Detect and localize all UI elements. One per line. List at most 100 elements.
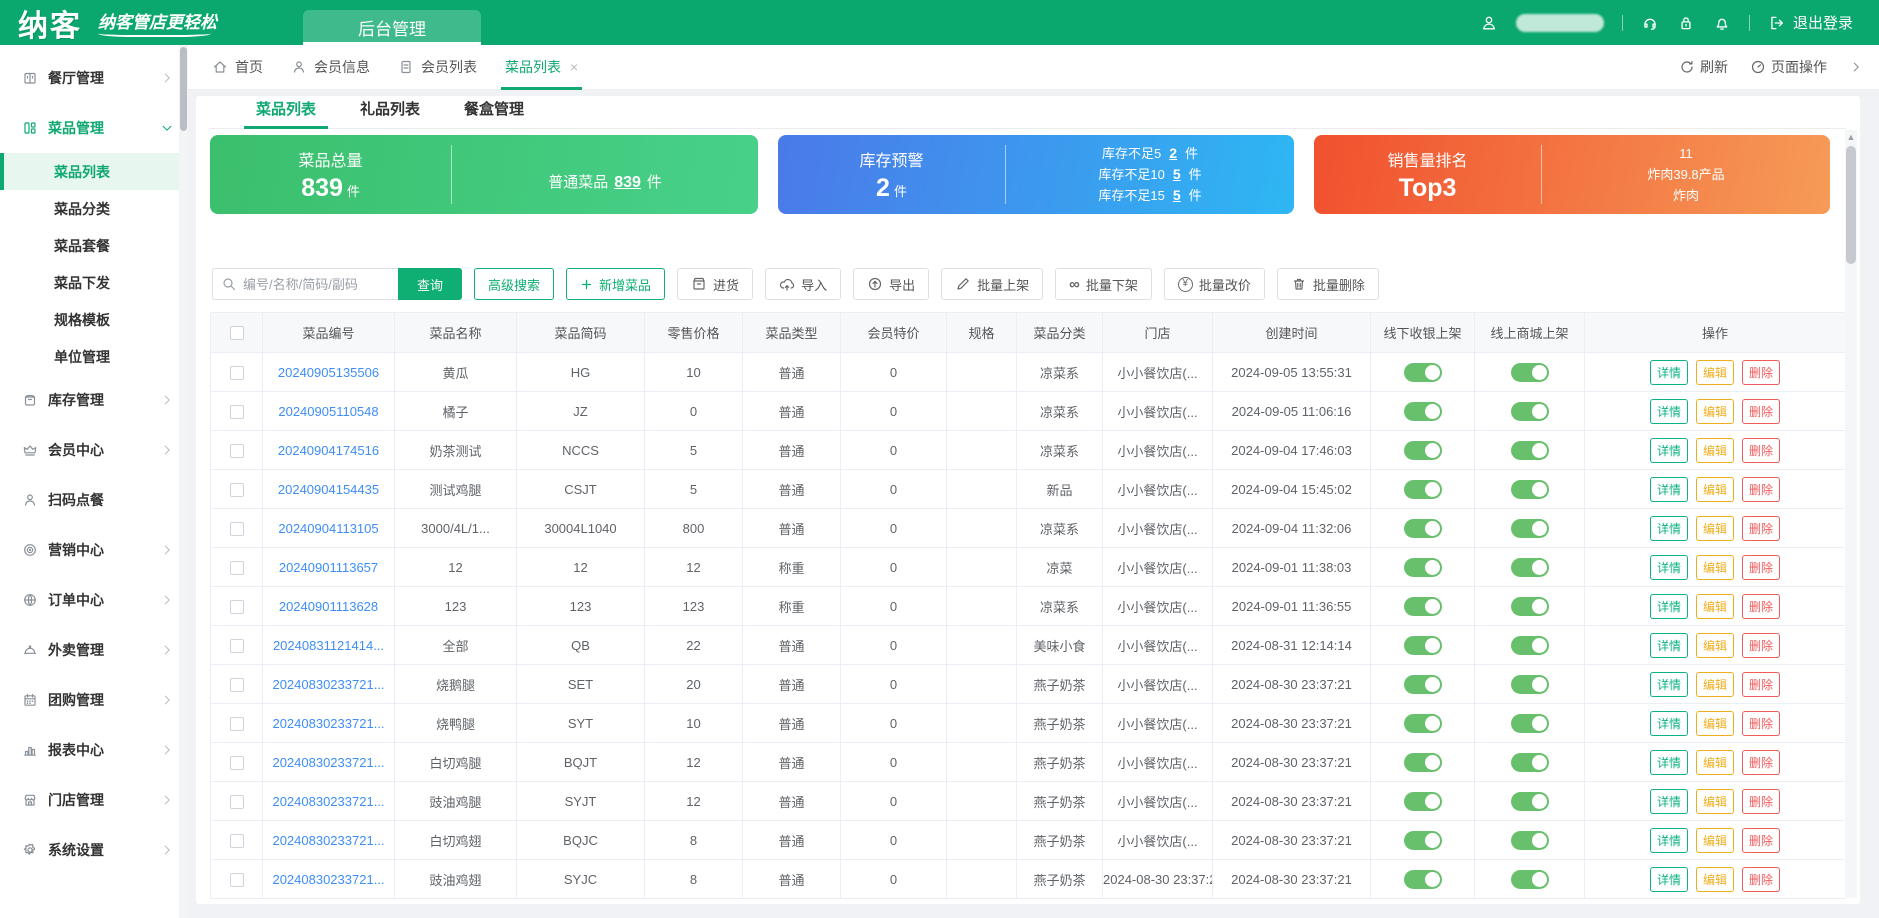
edit-button[interactable]: 编辑	[1695, 359, 1734, 385]
mall-toggle-on[interactable]	[1510, 791, 1549, 811]
delete-button[interactable]: 删除	[1742, 515, 1781, 541]
edit-button[interactable]: 编辑	[1695, 632, 1734, 658]
detail-button[interactable]: 详情	[1649, 749, 1688, 775]
pos-toggle-on[interactable]	[1403, 869, 1442, 889]
row-checkbox[interactable]	[229, 755, 244, 770]
cell-id[interactable]: 20240830233721...	[262, 820, 395, 860]
toolbar-button-批量删除[interactable]: 批量删除	[1276, 268, 1379, 300]
mall-toggle-on[interactable]	[1510, 401, 1549, 421]
edit-button[interactable]: 编辑	[1695, 593, 1734, 619]
detail-button[interactable]: 详情	[1649, 554, 1688, 580]
mall-toggle-on[interactable]	[1510, 869, 1549, 889]
row-checkbox[interactable]	[229, 443, 244, 458]
detail-button[interactable]: 详情	[1649, 671, 1688, 697]
sidebar-subitem-菜品套餐[interactable]: 菜品套餐	[0, 227, 188, 264]
row-checkbox[interactable]	[229, 794, 244, 809]
select-all-checkbox[interactable]	[229, 326, 244, 341]
row-checkbox[interactable]	[229, 365, 244, 380]
pos-toggle-on[interactable]	[1403, 713, 1442, 733]
normal-dishes-value[interactable]: 839	[614, 174, 641, 191]
row-checkbox[interactable]	[229, 560, 244, 575]
delete-button[interactable]: 删除	[1742, 671, 1781, 697]
edit-button[interactable]: 编辑	[1695, 671, 1734, 697]
scrollbar-thumb[interactable]	[1846, 146, 1856, 264]
cell-id[interactable]: 20240830233721...	[262, 703, 395, 743]
delete-button[interactable]: 删除	[1742, 710, 1781, 736]
pos-toggle-on[interactable]	[1403, 791, 1442, 811]
delete-button[interactable]: 删除	[1742, 632, 1781, 658]
cell-id[interactable]: 20240830233721...	[262, 781, 395, 821]
sidebar-item-营销中心[interactable]: 营销中心	[0, 525, 188, 575]
toolbar-button-新增菜品[interactable]: 新增菜品	[566, 268, 666, 300]
toolbar-button-导入[interactable]: 导入	[765, 268, 842, 300]
delete-button[interactable]: 删除	[1742, 554, 1781, 580]
mall-toggle-on[interactable]	[1510, 596, 1549, 616]
delete-button[interactable]: 删除	[1742, 749, 1781, 775]
detail-button[interactable]: 详情	[1649, 515, 1688, 541]
mall-toggle-on[interactable]	[1510, 479, 1549, 499]
warn-value[interactable]: 5	[1173, 166, 1181, 182]
refresh-button[interactable]: 刷新	[1679, 57, 1728, 77]
tab-菜品列表[interactable]: 菜品列表 ×	[491, 45, 592, 90]
cell-id[interactable]: 20240901113657	[262, 547, 395, 587]
row-checkbox[interactable]	[229, 677, 244, 692]
delete-button[interactable]: 删除	[1742, 476, 1781, 502]
bell-icon[interactable]	[1713, 14, 1731, 32]
delete-button[interactable]: 删除	[1742, 593, 1781, 619]
row-checkbox[interactable]	[229, 872, 244, 887]
toolbar-button-批量下架[interactable]: ∞ 批量下架	[1055, 268, 1152, 300]
detail-button[interactable]: 详情	[1649, 359, 1688, 385]
sidebar-item-系统设置[interactable]: 系统设置	[0, 825, 188, 875]
cell-id[interactable]: 20240905135506	[262, 352, 395, 392]
cell-id[interactable]: 20240830233721...	[262, 664, 395, 704]
row-checkbox[interactable]	[229, 521, 244, 536]
sidebar-item-扫码点餐[interactable]: 扫码点餐	[0, 475, 188, 525]
edit-button[interactable]: 编辑	[1695, 554, 1734, 580]
sidebar-item-团购管理[interactable]: 团购管理	[0, 675, 188, 725]
detail-button[interactable]: 详情	[1649, 476, 1688, 502]
mall-toggle-on[interactable]	[1510, 713, 1549, 733]
lock-icon[interactable]	[1677, 14, 1695, 32]
subtab-菜品列表[interactable]: 菜品列表	[238, 92, 334, 129]
mall-toggle-on[interactable]	[1510, 362, 1549, 382]
subtab-餐盒管理[interactable]: 餐盒管理	[446, 92, 542, 128]
subtab-礼品列表[interactable]: 礼品列表	[342, 92, 438, 128]
edit-button[interactable]: 编辑	[1695, 710, 1734, 736]
sidebar-scrollbar[interactable]	[179, 45, 188, 918]
cell-id[interactable]: 20240830233721...	[262, 742, 395, 782]
pos-toggle-on[interactable]	[1403, 635, 1442, 655]
mall-toggle-on[interactable]	[1510, 557, 1549, 577]
cell-id[interactable]: 20240904154435	[262, 469, 395, 509]
toolbar-button-高级搜索[interactable]: 高级搜索	[474, 268, 555, 300]
mall-toggle-on[interactable]	[1510, 830, 1549, 850]
scrollbar-up-arrow[interactable]: ▲	[1845, 132, 1857, 142]
detail-button[interactable]: 详情	[1649, 866, 1688, 892]
sidebar-subitem-规格模板[interactable]: 规格模板	[0, 301, 188, 338]
cell-id[interactable]: 20240904174516	[262, 430, 395, 470]
toolbar-button-进货[interactable]: 进货	[677, 268, 754, 300]
sidebar-item-库存管理[interactable]: 库存管理	[0, 375, 188, 425]
delete-button[interactable]: 删除	[1742, 866, 1781, 892]
search-button[interactable]: 查询	[398, 268, 463, 300]
warn-value[interactable]: 5	[1173, 187, 1181, 203]
sidebar-item-外卖管理[interactable]: 外卖管理	[0, 625, 188, 675]
delete-button[interactable]: 删除	[1742, 827, 1781, 853]
delete-button[interactable]: 删除	[1742, 788, 1781, 814]
detail-button[interactable]: 详情	[1649, 632, 1688, 658]
mall-toggle-on[interactable]	[1510, 440, 1549, 460]
delete-button[interactable]: 删除	[1742, 359, 1781, 385]
pos-toggle-on[interactable]	[1403, 362, 1442, 382]
mall-toggle-on[interactable]	[1510, 674, 1549, 694]
sidebar-subitem-菜品列表[interactable]: 菜品列表	[0, 153, 188, 190]
row-checkbox[interactable]	[229, 833, 244, 848]
row-checkbox[interactable]	[229, 404, 244, 419]
headset-support-icon[interactable]	[1641, 14, 1659, 32]
pos-toggle-on[interactable]	[1403, 518, 1442, 538]
pos-toggle-on[interactable]	[1403, 596, 1442, 616]
pos-toggle-on[interactable]	[1403, 401, 1442, 421]
pos-toggle-on[interactable]	[1403, 674, 1442, 694]
row-checkbox[interactable]	[229, 716, 244, 731]
mall-toggle-on[interactable]	[1510, 518, 1549, 538]
sidebar-item-门店管理[interactable]: 门店管理	[0, 775, 188, 825]
toolbar-button-批量改价[interactable]: ¥ 批量改价	[1163, 268, 1265, 300]
